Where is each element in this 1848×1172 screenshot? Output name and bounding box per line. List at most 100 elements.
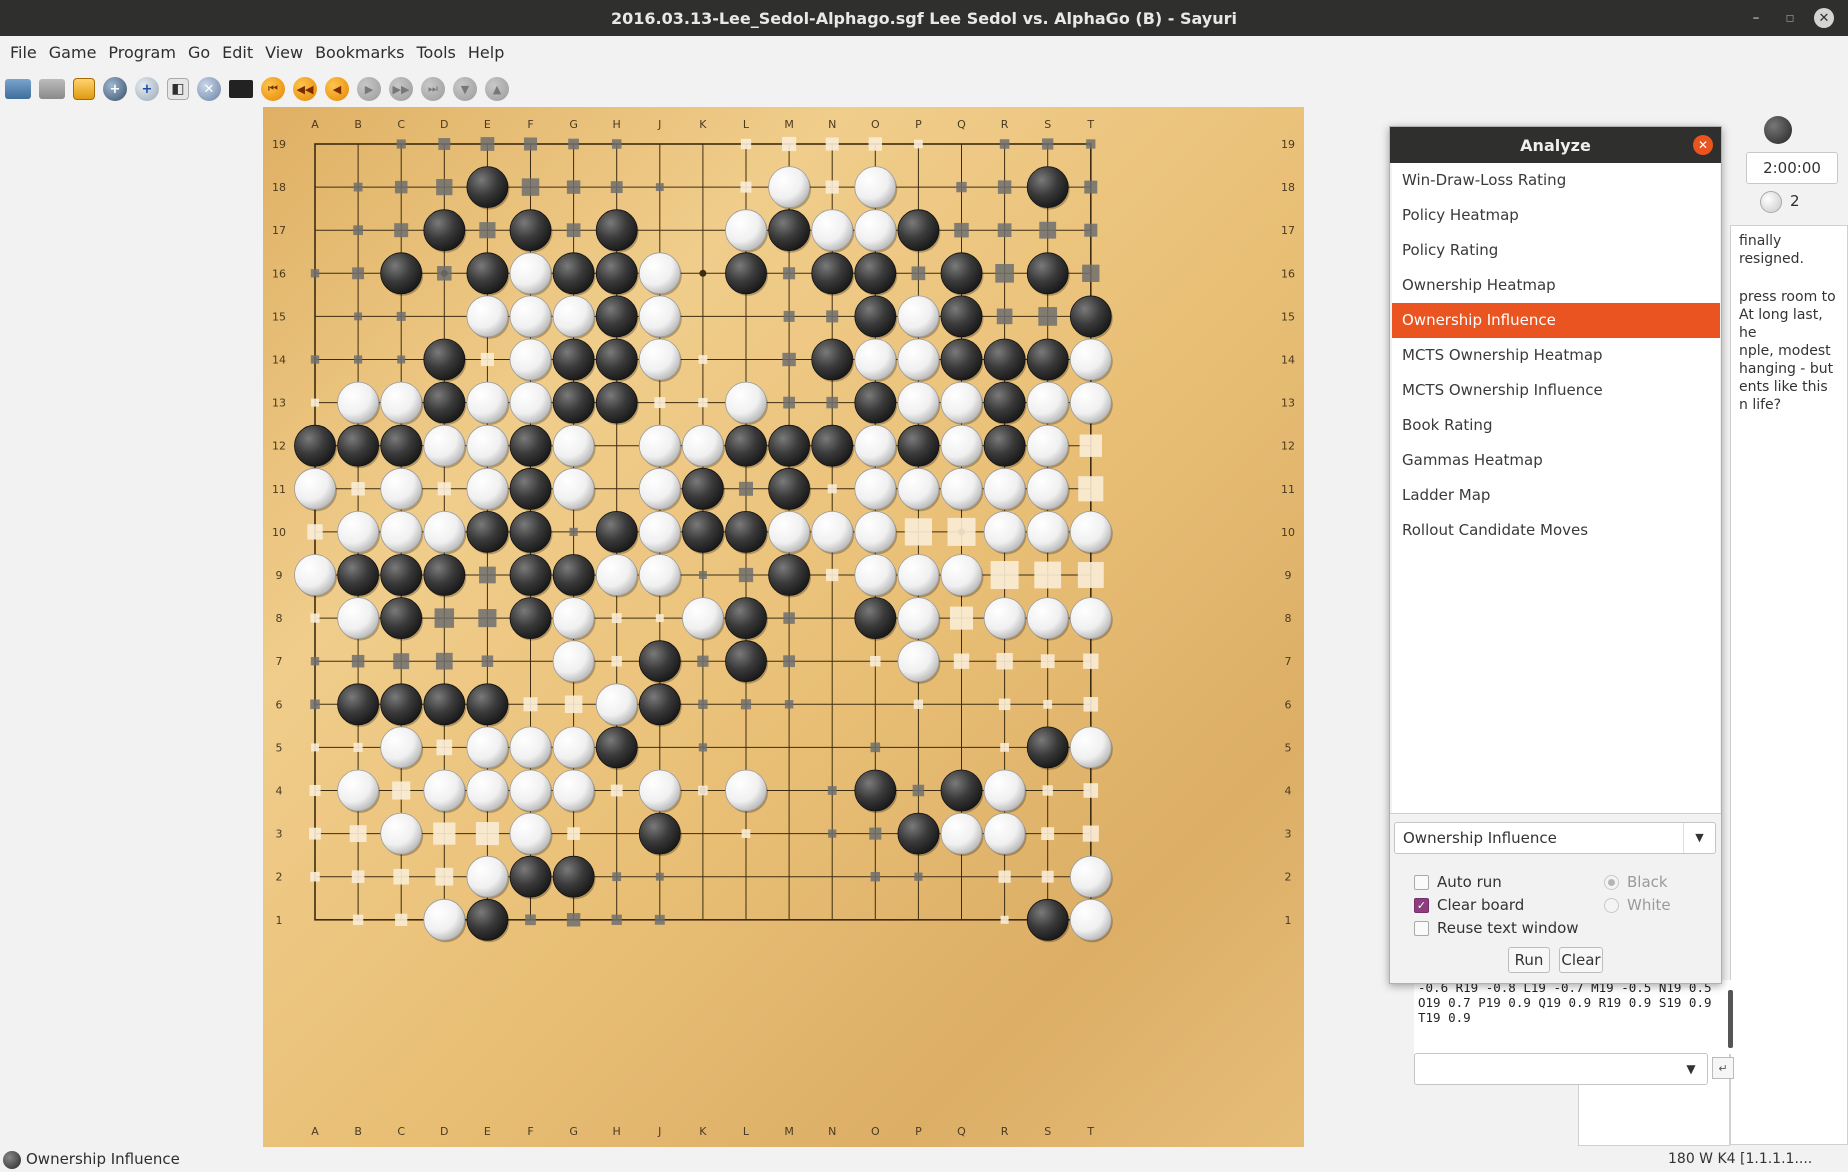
white-stone[interactable]: [638, 295, 681, 338]
stones-icon[interactable]: ◧: [167, 78, 189, 100]
white-stone[interactable]: [725, 769, 767, 812]
white-stone[interactable]: [638, 510, 681, 553]
chevron-down-icon[interactable]: ▼: [1679, 1058, 1703, 1080]
black-stone[interactable]: [854, 381, 897, 424]
white-stone[interactable]: [811, 209, 854, 252]
black-stone[interactable]: [552, 252, 595, 295]
black-stone[interactable]: [423, 381, 466, 424]
white-stone[interactable]: [811, 510, 854, 553]
white-stone[interactable]: [337, 597, 379, 640]
white-stone[interactable]: [854, 166, 897, 208]
white-stone[interactable]: [638, 338, 681, 381]
black-stone[interactable]: [897, 812, 940, 855]
white-stone[interactable]: [423, 424, 466, 467]
white-stone[interactable]: [552, 726, 595, 769]
black-stone[interactable]: [725, 252, 767, 295]
white-stone[interactable]: [423, 898, 466, 941]
black-stone[interactable]: [983, 424, 1026, 467]
white-stone[interactable]: [983, 467, 1026, 510]
white-stone[interactable]: [466, 855, 509, 898]
white-stone[interactable]: [940, 381, 983, 424]
menu-view[interactable]: View: [259, 43, 309, 62]
black-stone[interactable]: [1026, 166, 1069, 208]
white-stone[interactable]: [638, 769, 681, 812]
analyze-item-ownership-influence[interactable]: Ownership Influence: [1392, 303, 1720, 338]
white-stone[interactable]: [681, 424, 724, 467]
menu-game[interactable]: Game: [43, 43, 103, 62]
white-stone[interactable]: [940, 812, 983, 855]
closed-folder-icon[interactable]: [39, 79, 65, 99]
black-stone[interactable]: [380, 683, 423, 726]
black-stone[interactable]: [509, 855, 552, 898]
run-button[interactable]: Run: [1508, 947, 1550, 973]
white-stone[interactable]: [768, 166, 810, 208]
prev-variation-icon[interactable]: ▲: [485, 77, 509, 101]
auto-run-row[interactable]: Auto run: [1414, 871, 1502, 893]
white-stone[interactable]: [380, 510, 423, 553]
white-stone[interactable]: [897, 597, 940, 640]
white-stone[interactable]: [725, 381, 767, 424]
black-stone[interactable]: [423, 338, 466, 381]
white-stone[interactable]: [1069, 510, 1112, 553]
white-stone[interactable]: [294, 554, 336, 596]
black-stone[interactable]: [509, 510, 552, 553]
black-stone[interactable]: [768, 554, 810, 596]
white-stone[interactable]: [294, 467, 336, 510]
black-stone[interactable]: [811, 252, 854, 295]
black-stone[interactable]: [1026, 898, 1069, 941]
black-stone[interactable]: [552, 338, 595, 381]
first-move-icon[interactable]: ⏮: [261, 77, 285, 101]
white-stone[interactable]: [681, 597, 724, 640]
reuse-text-row[interactable]: Reuse text window: [1414, 917, 1579, 939]
white-stone[interactable]: [466, 295, 509, 338]
black-stone[interactable]: [1026, 252, 1069, 295]
white-stone[interactable]: [854, 510, 897, 553]
white-stone[interactable]: [1069, 726, 1112, 769]
white-stone[interactable]: [854, 554, 897, 596]
black-stone[interactable]: [595, 252, 638, 295]
black-stone[interactable]: [509, 467, 552, 510]
black-stone[interactable]: [595, 295, 638, 338]
white-stone[interactable]: [380, 726, 423, 769]
white-stone[interactable]: [466, 726, 509, 769]
white-stone[interactable]: [509, 338, 552, 381]
white-stone[interactable]: [983, 510, 1026, 553]
black-stone[interactable]: [854, 252, 897, 295]
reuse-text-checkbox[interactable]: [1414, 920, 1429, 936]
film-icon[interactable]: [229, 80, 253, 98]
white-stone[interactable]: [423, 510, 466, 553]
black-stone[interactable]: [638, 683, 681, 726]
white-stone[interactable]: [638, 424, 681, 467]
white-stone[interactable]: [509, 769, 552, 812]
white-stone[interactable]: [552, 769, 595, 812]
black-stone[interactable]: [466, 510, 509, 553]
analyze-item-policy-heatmap[interactable]: Policy Heatmap: [1392, 198, 1720, 233]
analyze-command-combo[interactable]: Ownership Influence ▼: [1394, 822, 1716, 854]
black-stone[interactable]: [768, 467, 810, 510]
white-stone[interactable]: [940, 467, 983, 510]
black-stone[interactable]: [466, 898, 509, 941]
white-stone[interactable]: [1026, 597, 1069, 640]
gtp-scrollbar[interactable]: [1728, 990, 1733, 1048]
black-stone[interactable]: [854, 597, 897, 640]
white-stone[interactable]: [552, 640, 595, 683]
black-stone[interactable]: [854, 769, 897, 812]
black-stone[interactable]: [380, 424, 423, 467]
white-radio-row[interactable]: White: [1604, 894, 1671, 916]
analyze-item-gammas-heatmap[interactable]: Gammas Heatmap: [1392, 443, 1720, 478]
black-stone[interactable]: [940, 338, 983, 381]
white-stone[interactable]: [337, 769, 379, 812]
black-stone[interactable]: [811, 424, 854, 467]
black-stone[interactable]: [423, 209, 466, 252]
black-radio[interactable]: [1604, 874, 1619, 890]
black-stone[interactable]: [509, 597, 552, 640]
black-stone[interactable]: [294, 424, 336, 467]
black-stone[interactable]: [768, 424, 810, 467]
white-stone[interactable]: [1069, 597, 1112, 640]
board-canvas[interactable]: AABBCCDDEEFFGGHHJJKKLLMMNNOOPPQQRRSSTT19…: [263, 107, 1304, 1147]
move-info[interactable]: 180 W K4 [1.1.1.1....: [1668, 1151, 1812, 1167]
analyze-item-policy-rating[interactable]: Policy Rating: [1392, 233, 1720, 268]
white-stone[interactable]: [509, 726, 552, 769]
new-engine-icon[interactable]: +: [135, 77, 159, 101]
white-stone[interactable]: [638, 554, 681, 596]
